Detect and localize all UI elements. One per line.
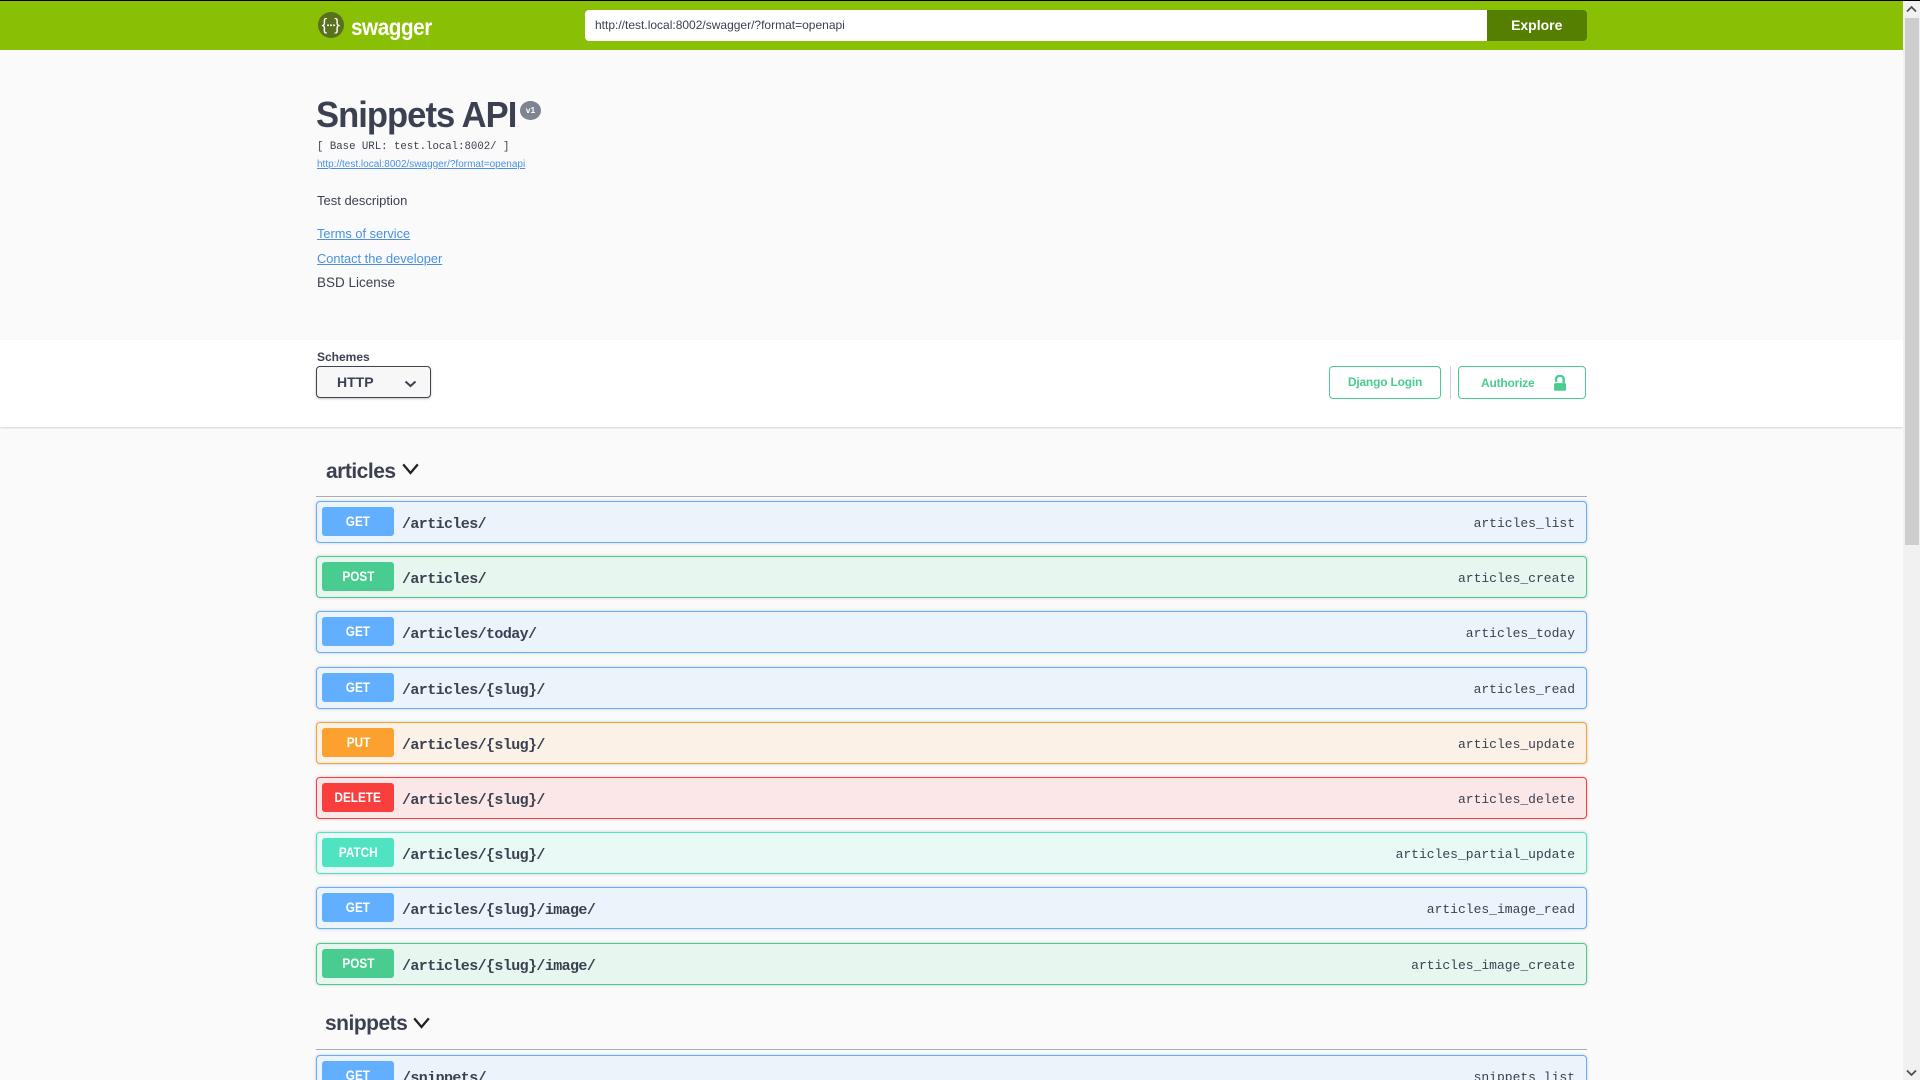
- svg-text:}: }: [334, 15, 340, 34]
- svg-text:{: {: [322, 15, 328, 34]
